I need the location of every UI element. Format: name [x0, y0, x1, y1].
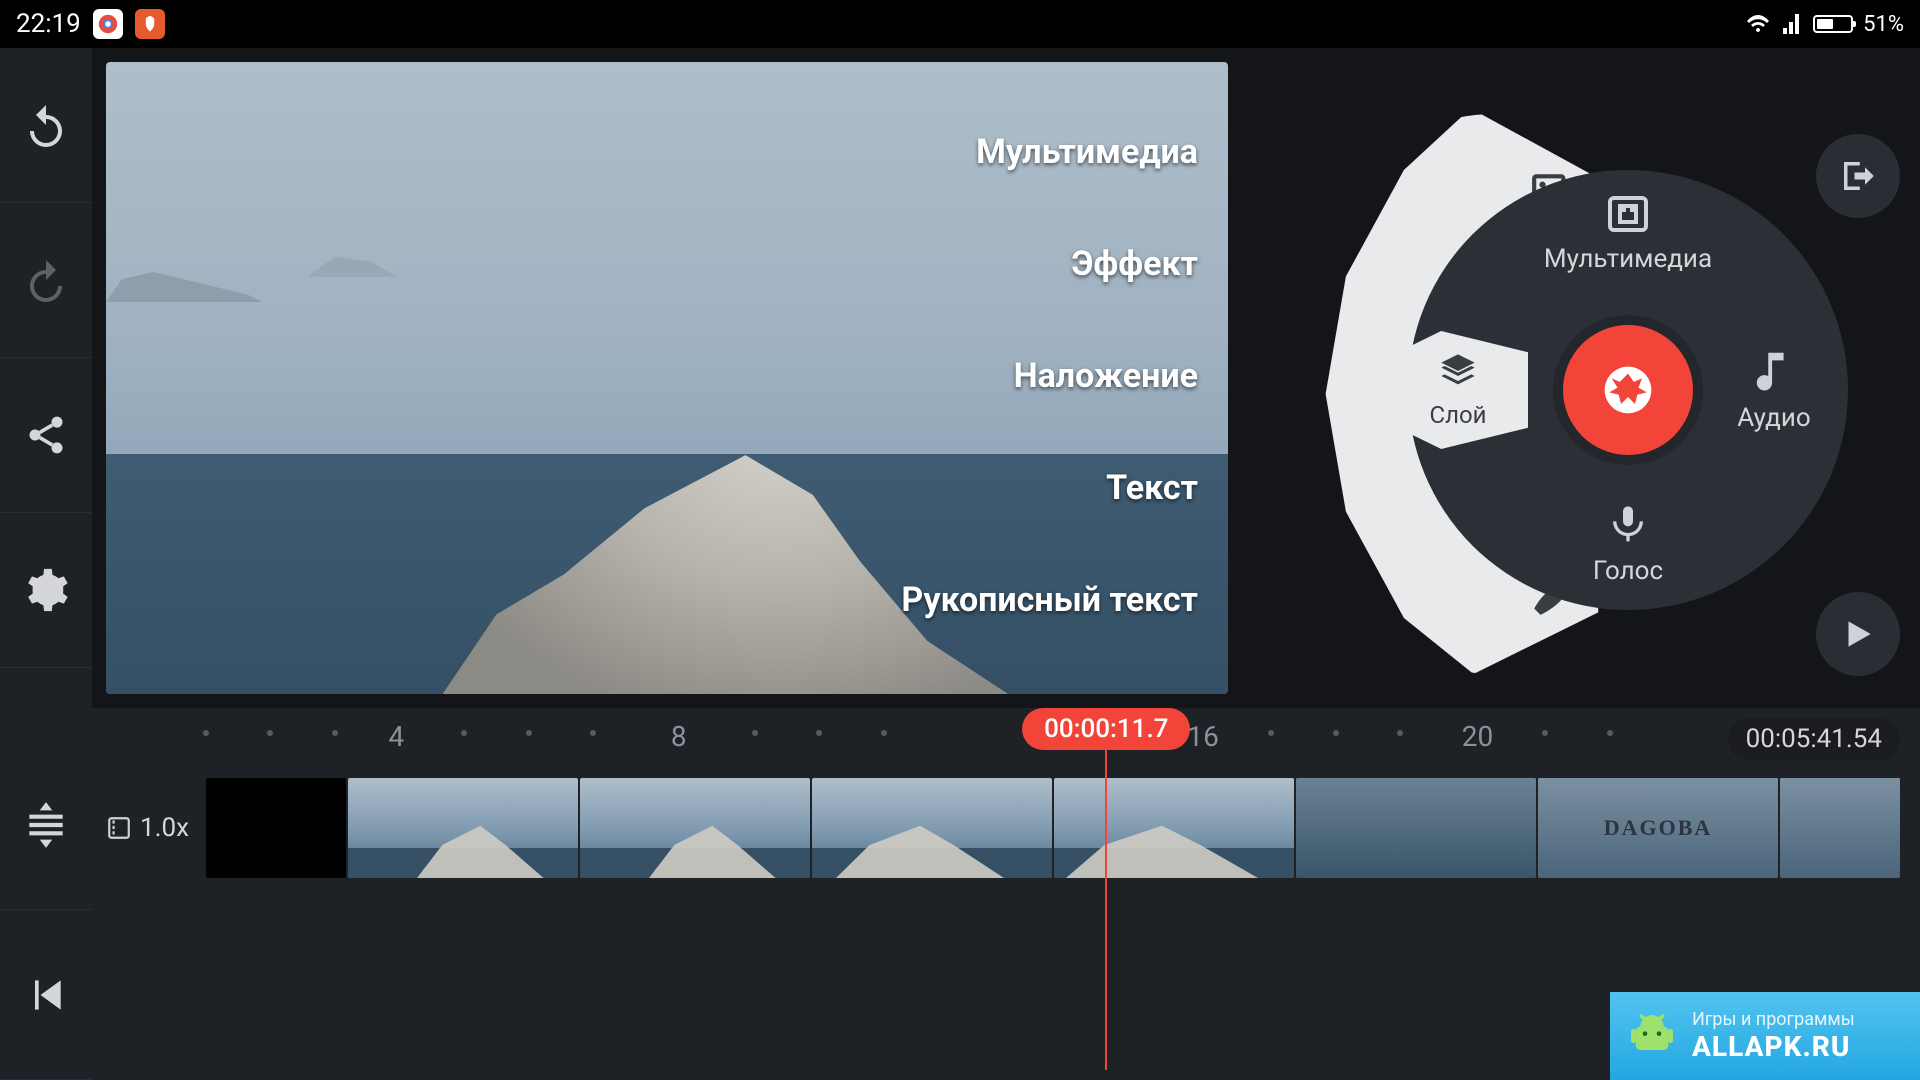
- ruler-mark-4: 4: [388, 720, 404, 753]
- wheel-layer[interactable]: Слой: [1388, 331, 1528, 449]
- exit-button[interactable]: [1816, 134, 1900, 218]
- layer-type-labels: Мультимедиа Эффект Наложение Текст Рукоп…: [901, 132, 1198, 620]
- label-effect: Эффект: [1071, 244, 1198, 284]
- wifi-icon: [1745, 14, 1771, 34]
- signal-icon: [1781, 14, 1803, 34]
- timeline-clip[interactable]: [348, 778, 578, 878]
- wheel-multimedia[interactable]: Мультимедиа: [1548, 194, 1708, 274]
- android-status-bar: 22:19 51%: [0, 0, 1920, 48]
- battery-icon: [1813, 15, 1853, 33]
- clip-track[interactable]: 1.0x DAGOBA: [106, 768, 1920, 888]
- watermark-subtitle: Игры и программы: [1692, 1009, 1855, 1030]
- android-icon: [1624, 1008, 1680, 1064]
- playhead[interactable]: 00:00:11.7: [1022, 708, 1190, 1070]
- timeline-clip[interactable]: [812, 778, 1052, 878]
- video-preview[interactable]: Мультимедиа Эффект Наложение Текст Рукоп…: [106, 62, 1228, 694]
- settings-button[interactable]: [0, 513, 92, 668]
- clip-gap: [206, 778, 346, 878]
- label-handwriting: Рукописный текст: [901, 580, 1198, 620]
- total-duration: 00:05:41.54: [1728, 718, 1900, 760]
- chrome-app-icon: [93, 9, 123, 39]
- record-capture-button[interactable]: [1563, 325, 1693, 455]
- timeline-clip[interactable]: [1780, 778, 1900, 878]
- wheel-voice[interactable]: Голос: [1548, 500, 1708, 586]
- label-overlay: Наложение: [1014, 356, 1198, 396]
- timeline-clip[interactable]: DAGOBA: [1538, 778, 1778, 878]
- timeline-clip[interactable]: [1296, 778, 1536, 878]
- left-tool-rail: [0, 48, 92, 1080]
- share-button[interactable]: [0, 358, 92, 513]
- wheel-audio[interactable]: Аудио: [1694, 347, 1854, 433]
- clip-speed-badge[interactable]: 1.0x: [106, 805, 196, 851]
- ruler-mark-20: 20: [1462, 720, 1493, 753]
- redo-button[interactable]: [0, 203, 92, 358]
- timeline-ruler[interactable]: 4 8 16 20 00:00:11.7 00:05:41.54: [106, 708, 1920, 768]
- action-wheel: Мультимедиа Слой Аудио Голос: [1408, 170, 1848, 610]
- timeline[interactable]: 4 8 16 20 00:00:11.7 00:05:41.54: [92, 708, 1920, 1080]
- timeline-clip[interactable]: [580, 778, 810, 878]
- ruler-mark-16: 16: [1187, 720, 1218, 753]
- timeline-expand-button[interactable]: [0, 740, 92, 910]
- playhead-time: 00:00:11.7: [1022, 708, 1190, 750]
- watermark-title: ALLAPK.RU: [1692, 1030, 1855, 1063]
- watermark-badge: Игры и программы ALLAPK.RU: [1610, 992, 1920, 1080]
- ruler-mark-8: 8: [671, 720, 687, 753]
- video-editor-app: Мультимедиа Эффект Наложение Текст Рукоп…: [0, 48, 1920, 1080]
- jump-to-start-button[interactable]: [0, 910, 92, 1080]
- app-notification-icon: [135, 9, 165, 39]
- status-time: 22:19: [16, 9, 81, 39]
- play-button[interactable]: [1816, 592, 1900, 676]
- battery-percent: 51%: [1863, 12, 1904, 37]
- label-multimedia: Мультимедиа: [976, 132, 1198, 172]
- undo-button[interactable]: [0, 48, 92, 203]
- label-text: Текст: [1106, 468, 1198, 508]
